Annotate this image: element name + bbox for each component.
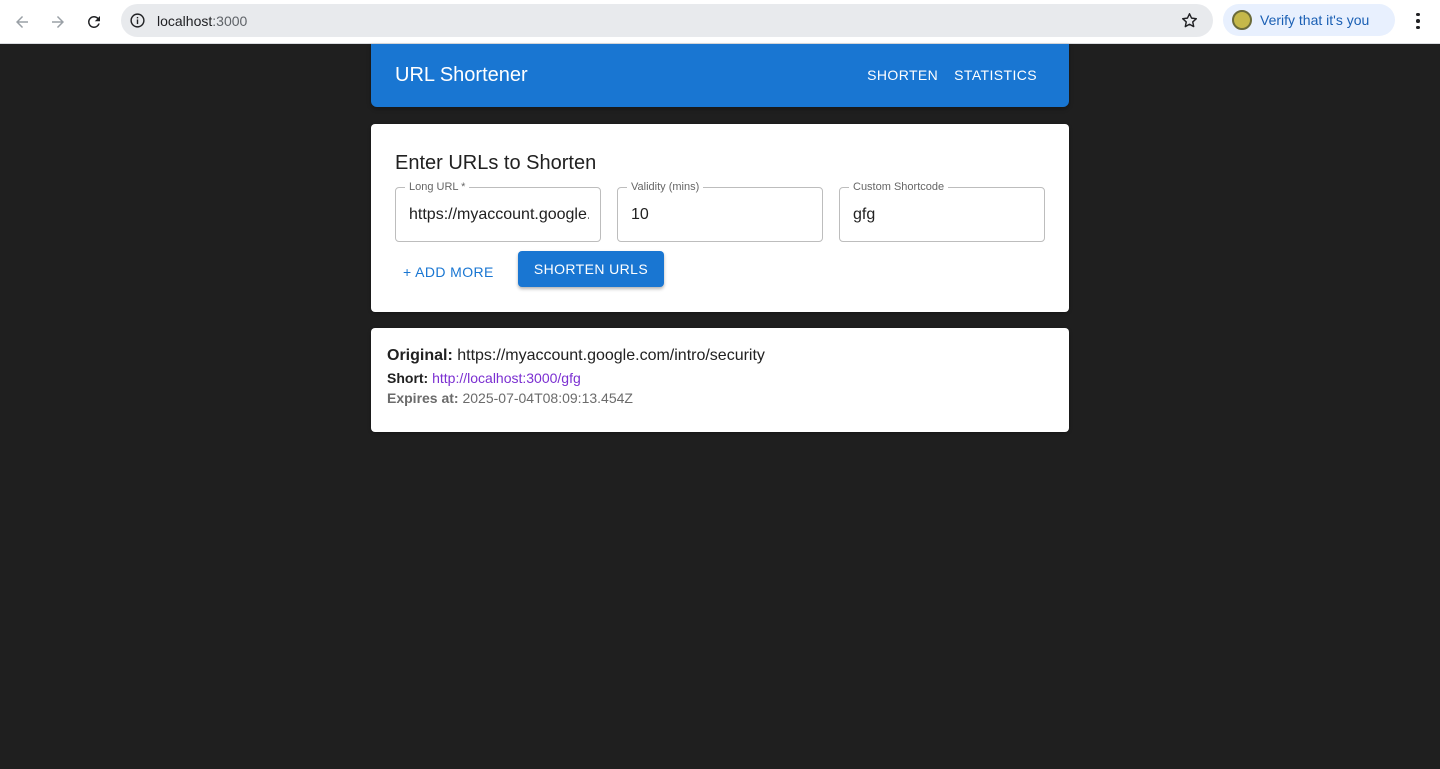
validity-label: Validity (mins)	[627, 181, 704, 194]
shorten-urls-button[interactable]: SHORTEN URLS	[518, 251, 664, 287]
nav-shorten[interactable]: SHORTEN	[867, 67, 938, 83]
original-key: Original:	[387, 347, 453, 364]
short-key: Short:	[387, 370, 429, 386]
bookmark-star-icon[interactable]	[1180, 11, 1199, 30]
browser-toolbar: localhost:3000 Verify that it's you	[0, 0, 1440, 44]
reload-icon	[87, 15, 100, 28]
add-more-button[interactable]: + ADD MORE	[395, 257, 502, 287]
more-menu-icon[interactable]	[1408, 10, 1428, 32]
nav-statistics[interactable]: STATISTICS	[954, 67, 1037, 83]
result-card: Original: https://myaccount.google.com/i…	[371, 328, 1069, 432]
profile-verify-chip[interactable]: Verify that it's you	[1223, 4, 1395, 36]
avatar	[1232, 10, 1252, 30]
forward-button[interactable]	[44, 8, 72, 36]
address-url: localhost:3000	[157, 12, 248, 29]
form-heading: Enter URLs to Shorten	[395, 152, 597, 174]
site-info-icon[interactable]	[128, 12, 146, 30]
app-title: URL Shortener	[395, 64, 528, 86]
validity-input[interactable]	[631, 204, 811, 226]
original-value: https://myaccount.google.com/intro/secur…	[457, 347, 765, 364]
validity-field[interactable]: Validity (mins)	[617, 181, 823, 242]
long-url-input[interactable]	[409, 204, 589, 226]
arrow-left-icon	[16, 16, 28, 28]
custom-shortcode-input[interactable]	[853, 204, 1033, 226]
reload-button[interactable]	[80, 8, 108, 36]
arrow-right-icon	[52, 16, 64, 28]
shorten-form-card: Enter URLs to Shorten Long URL * Validit…	[371, 124, 1069, 312]
result-expires: Expires at: 2025-07-04T08:09:13.454Z	[387, 390, 633, 406]
custom-shortcode-field[interactable]: Custom Shortcode	[839, 181, 1045, 242]
expires-key: Expires at:	[387, 390, 459, 406]
custom-shortcode-label: Custom Shortcode	[849, 181, 949, 194]
long-url-label: Long URL *	[405, 181, 470, 194]
app-nav: SHORTEN STATISTICS	[867, 67, 1037, 83]
result-short: Short: http://localhost:3000/gfg	[387, 370, 581, 386]
expires-value: 2025-07-04T08:09:13.454Z	[462, 390, 633, 406]
app-header: URL Shortener SHORTEN STATISTICS	[371, 44, 1069, 107]
long-url-field[interactable]: Long URL *	[395, 181, 601, 242]
verify-chip-label: Verify that it's you	[1260, 12, 1370, 28]
result-original: Original: https://myaccount.google.com/i…	[387, 347, 765, 365]
address-bar[interactable]: localhost:3000	[121, 4, 1213, 37]
short-url-link[interactable]: http://localhost:3000/gfg	[432, 370, 581, 386]
back-button[interactable]	[8, 8, 36, 36]
